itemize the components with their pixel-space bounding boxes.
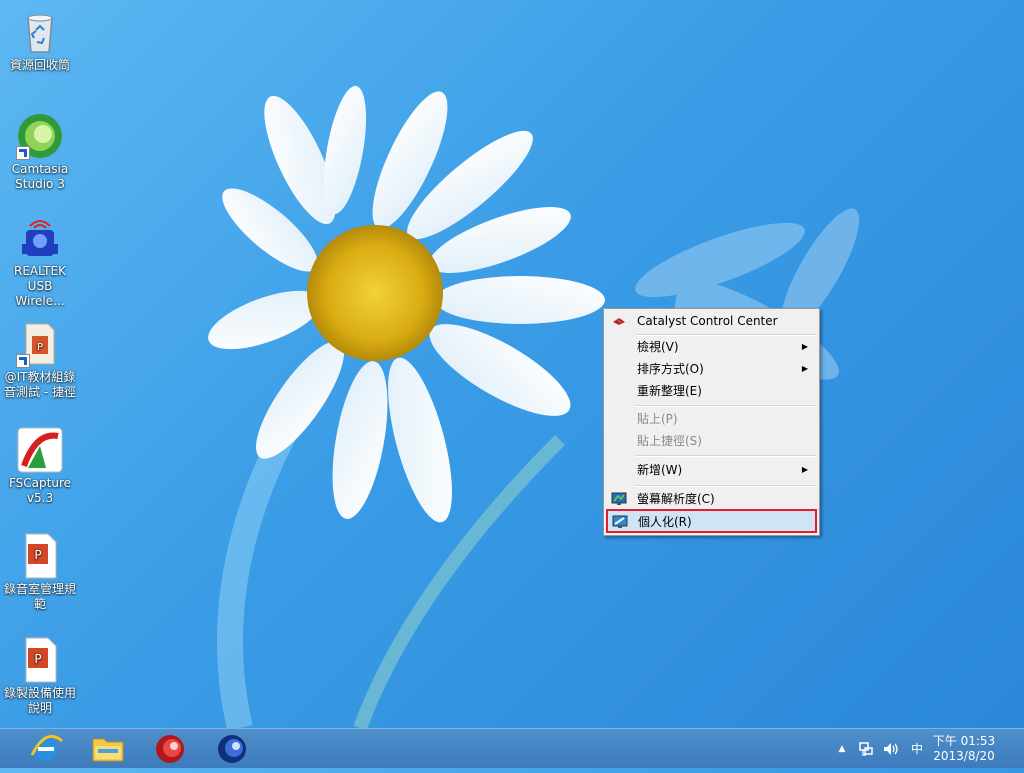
submenu-arrow-icon: ▶ [801,364,808,373]
catalyst-icon [613,318,625,325]
desktop-icon-label: 錄音室管理規範 [3,582,76,611]
personalize-icon [612,515,628,528]
speaker-icon [884,743,898,755]
desktop-icon-label: @IT教材組錄音測試 - 捷徑 [4,370,76,399]
shortcut-arrow-icon [16,354,30,368]
menu-item-view[interactable]: 檢視(V) ▶ [606,336,817,358]
shortcut-arrow-icon [16,146,30,160]
desktop-icon-label: 資源回收筒 [9,58,70,72]
network-tray-button[interactable] [856,729,876,769]
desktop-icon-recording-rules[interactable]: P 錄音室管理規範 [2,532,78,612]
svg-text:P: P [34,548,41,562]
camtasia-studio-icon [218,735,246,763]
realtek-wireless-icon [16,214,64,262]
menu-item-new[interactable]: 新增(W) ▶ [606,459,817,481]
recycle-bin-icon [16,8,64,56]
desktop-icon-label: FSCapture v5.3 [8,476,72,505]
taskbar-camtasia-studio[interactable] [210,731,254,767]
file-explorer-icon [92,738,124,762]
taskbar-clock[interactable]: 下午 01:53 2013/8/20 [929,734,999,764]
taskbar-file-explorer[interactable] [86,731,130,767]
menu-item-paste-shortcut[interactable]: 貼上捷徑(S) [606,430,817,452]
menu-item-label: 排序方式(O) [637,362,704,376]
desktop-icon-recycle-bin[interactable]: 資源回收筒 [2,8,78,73]
desktop-icon-realtek[interactable]: REALTEK USB Wirele... [2,214,78,309]
desktop-icon-recording-equipment[interactable]: P 錄製設備使用說明 [2,636,78,716]
taskbar: ▲ 中 下午 01:53 2013/8/20 [0,728,1024,768]
svg-text:P: P [34,652,41,666]
volume-tray-button[interactable] [880,729,902,769]
screen-resolution-icon [611,492,627,505]
menu-item-refresh[interactable]: 重新整理(E) [606,380,817,402]
camtasia-recorder-icon [156,735,184,763]
menu-item-label: 貼上捷徑(S) [637,434,702,448]
taskbar-camtasia-recorder[interactable] [148,731,192,767]
menu-item-label: Catalyst Control Center [637,314,778,328]
menu-item-personalize[interactable]: 個人化(R) [606,510,817,532]
network-icon [859,742,873,756]
clock-date: 2013/8/20 [933,749,995,763]
menu-item-label: 檢視(V) [637,340,679,354]
powerpoint-file-icon: P [16,636,64,684]
show-hidden-icons-button[interactable]: ▲ [834,729,850,769]
menu-separator [635,485,816,487]
ime-label: 中 [910,742,923,756]
folder-shortcut-icon: P [16,320,64,368]
desktop-icon-camtasia[interactable]: Camtasia Studio 3 [2,112,78,192]
powerpoint-file-icon: P [16,532,64,580]
desktop-context-menu: Catalyst Control Center 檢視(V) ▶ 排序方式(O) … [603,308,820,536]
menu-separator [635,405,816,407]
menu-item-paste[interactable]: 貼上(P) [606,408,817,430]
svg-text:P: P [37,342,43,353]
menu-item-sort[interactable]: 排序方式(O) ▶ [606,358,817,380]
desktop-icon-it-folder[interactable]: P @IT教材組錄音測試 - 捷徑 [2,320,78,400]
clock-time: 下午 01:53 [932,734,996,748]
desktop-icon-fscapture[interactable]: FSCapture v5.3 [2,426,78,506]
camtasia-icon [16,112,64,160]
menu-item-catalyst[interactable]: Catalyst Control Center [606,310,817,332]
menu-item-label: 重新整理(E) [637,384,702,398]
menu-item-label: 螢幕解析度(C) [637,492,715,506]
fscapture-icon [16,426,64,474]
submenu-arrow-icon: ▶ [801,465,808,474]
internet-explorer-icon [30,734,63,761]
desktop[interactable]: 資源回收筒 Camtasia Studio 3 REALTEK USB Wire… [0,0,1024,728]
menu-item-screen-resolution[interactable]: 螢幕解析度(C) [606,488,817,510]
menu-item-label: 個人化(R) [638,515,692,529]
ime-indicator[interactable]: 中 [906,729,928,769]
menu-item-label: 貼上(P) [637,412,678,426]
desktop-icon-label: Camtasia Studio 3 [11,162,69,191]
taskbar-internet-explorer[interactable] [24,731,68,767]
desktop-icon-label: 錄製設備使用說明 [3,686,76,715]
menu-item-label: 新增(W) [637,463,683,477]
submenu-arrow-icon: ▶ [801,342,808,351]
desktop-icon-label: REALTEK USB Wirele... [14,264,66,308]
chevron-up-icon: ▲ [838,744,846,754]
menu-separator [635,455,816,457]
wallpaper-daisy [208,85,860,728]
